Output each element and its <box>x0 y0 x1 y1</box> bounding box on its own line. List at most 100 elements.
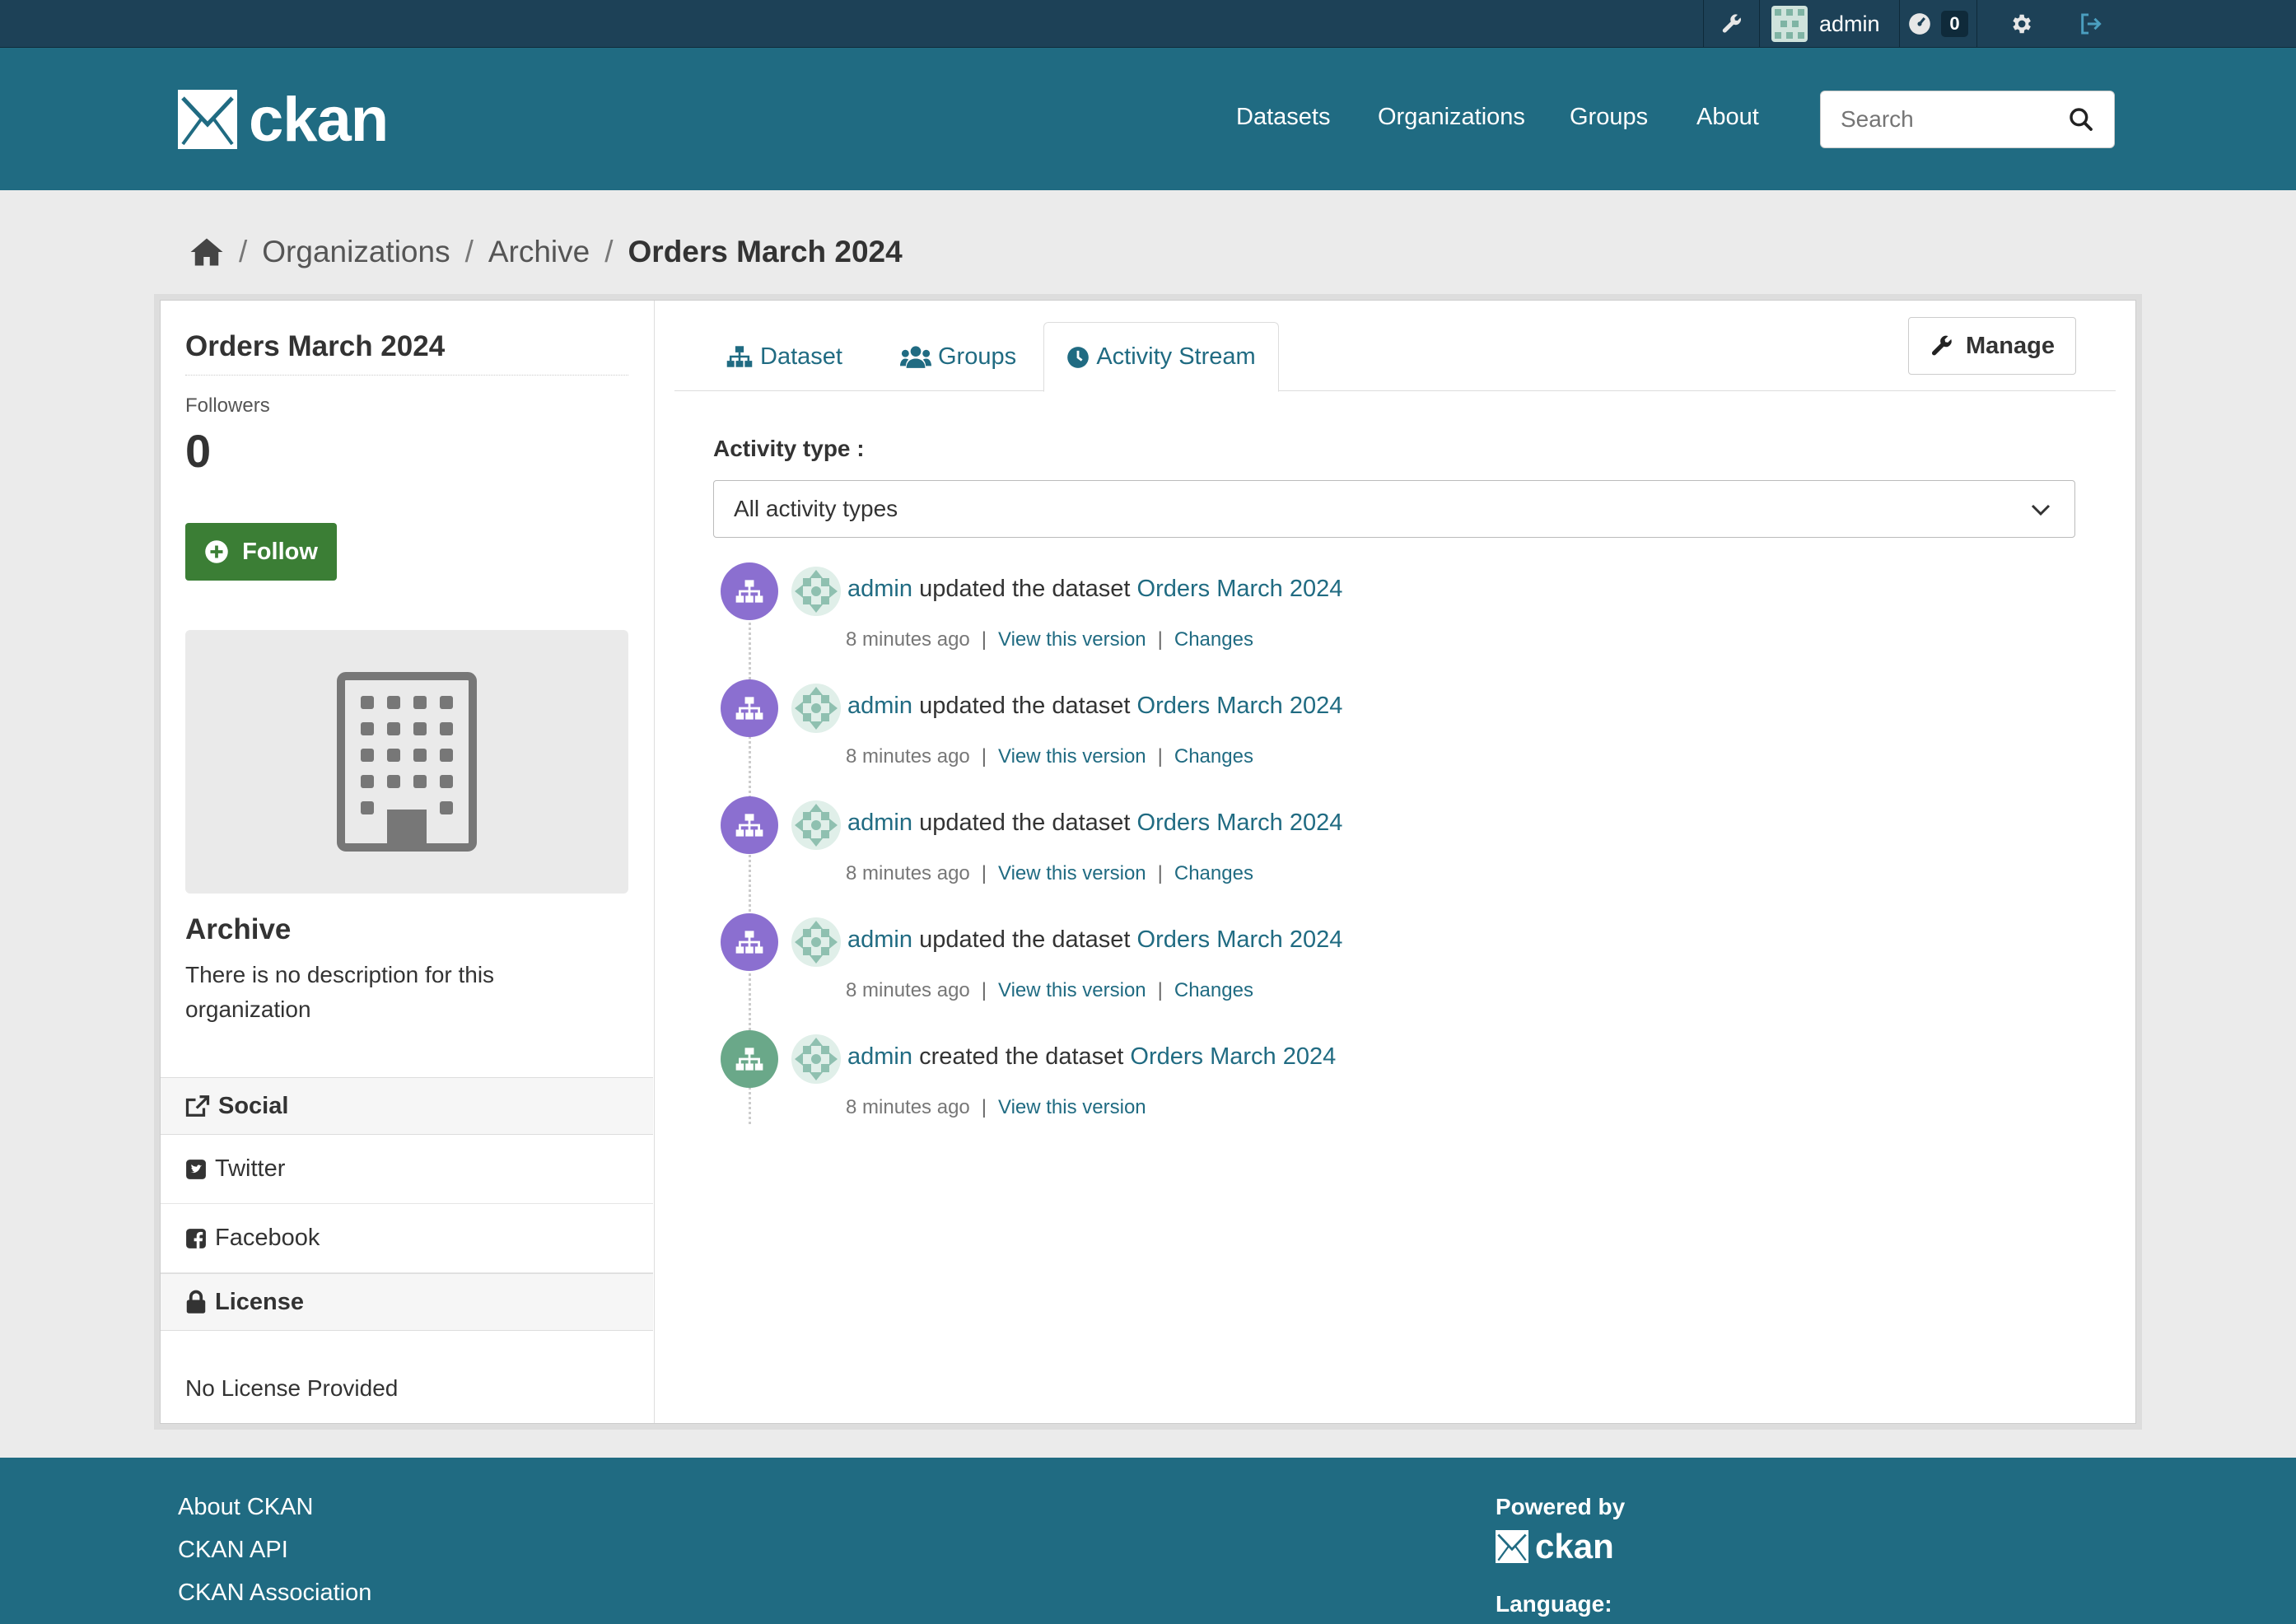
tab-groups[interactable]: Groups <box>900 322 1016 391</box>
sitemap-icon <box>735 814 763 837</box>
building-icon <box>337 672 477 852</box>
follow-label: Follow <box>242 538 318 565</box>
logout-link[interactable] <box>2064 0 2121 48</box>
activity-time: 8 minutes ago <box>846 745 970 768</box>
view-version-link[interactable]: View this version <box>998 745 1146 768</box>
changes-link[interactable]: Changes <box>1174 628 1253 651</box>
activity-type-select[interactable]: All activity types <box>713 480 2075 538</box>
activity-action: updated the dataset <box>919 810 1131 836</box>
activity-meta: 8 minutes ago | View this version | Changes <box>846 628 1253 651</box>
sidebar: Orders March 2024 Followers 0 Follow Arc… <box>161 301 655 1423</box>
activity-type-label: Activity type : <box>713 436 865 461</box>
search-input[interactable] <box>1841 91 2055 147</box>
language-label: Language: <box>1496 1591 1612 1617</box>
org-image[interactable] <box>185 630 628 894</box>
activity-actor-link[interactable]: admin <box>847 1043 912 1070</box>
wrench-icon <box>1722 14 1741 33</box>
social-heading: Social <box>161 1077 653 1135</box>
avatar[interactable] <box>791 800 841 850</box>
view-version-link[interactable]: View this version <box>998 862 1146 884</box>
activity-summary: admin updated the dataset Orders March 2… <box>847 926 1342 954</box>
sitemap-icon <box>735 1048 763 1071</box>
activity-summary: admin created the dataset Orders March 2… <box>847 1043 1336 1071</box>
view-version-link[interactable]: View this version <box>998 979 1146 1001</box>
footer-about-ckan[interactable]: About CKAN <box>178 1494 313 1521</box>
footer-ckan-association[interactable]: CKAN Association <box>178 1580 371 1607</box>
sitemap-icon <box>735 697 763 720</box>
username: admin <box>1819 11 1880 36</box>
activity-action: updated the dataset <box>919 926 1131 953</box>
dashboard-icon <box>1909 13 1931 35</box>
activity-target-link[interactable]: Orders March 2024 <box>1137 810 1343 836</box>
activity-target-link[interactable]: Orders March 2024 <box>1137 926 1343 953</box>
activity-time: 8 minutes ago <box>846 862 970 884</box>
social-twitter[interactable]: Twitter <box>161 1135 653 1204</box>
nav-about[interactable]: About <box>1696 104 1759 131</box>
followers-label: Followers <box>185 394 270 417</box>
nav-groups[interactable]: Groups <box>1570 104 1648 131</box>
avatar[interactable] <box>791 684 841 733</box>
view-version-link[interactable]: View this version <box>998 1096 1146 1118</box>
search-button[interactable] <box>2068 106 2094 137</box>
activity-time: 8 minutes ago <box>846 628 970 651</box>
share-icon <box>185 1095 210 1117</box>
avatar[interactable] <box>791 1034 841 1084</box>
ckan-logo-icon <box>178 90 237 149</box>
activity-action: updated the dataset <box>919 693 1131 719</box>
activity-summary: admin updated the dataset Orders March 2… <box>847 810 1342 837</box>
settings-link[interactable] <box>1976 0 2064 48</box>
avatar[interactable] <box>791 917 841 967</box>
activity-actor-link[interactable]: admin <box>847 926 912 953</box>
social-facebook[interactable]: Facebook <box>161 1204 653 1273</box>
view-version-link[interactable]: View this version <box>998 628 1146 651</box>
breadcrumb-separator: / <box>604 235 614 268</box>
follow-button[interactable]: Follow <box>185 523 337 581</box>
followers-count: 0 <box>185 425 212 477</box>
org-name: Archive <box>185 913 292 945</box>
user-link[interactable]: admin <box>1759 0 1899 48</box>
license-text: No License Provided <box>185 1375 399 1401</box>
logout-icon <box>2081 13 2102 35</box>
activity-dataset-icon <box>721 796 778 854</box>
logo-text: ckan <box>249 84 389 155</box>
activity-target-link[interactable]: Orders March 2024 <box>1137 693 1343 719</box>
home-icon <box>190 238 223 266</box>
activity-target-link[interactable]: Orders March 2024 <box>1130 1043 1336 1070</box>
changes-link[interactable]: Changes <box>1174 979 1253 1001</box>
breadcrumb-current[interactable]: Orders March 2024 <box>628 235 903 269</box>
activity-actor-link[interactable]: admin <box>847 810 912 836</box>
changes-link[interactable]: Changes <box>1174 862 1253 884</box>
home-link[interactable] <box>189 236 224 268</box>
activity-actor-link[interactable]: admin <box>847 576 912 602</box>
activity-action: updated the dataset <box>919 576 1131 602</box>
footer-ckan-api[interactable]: CKAN API <box>178 1537 288 1564</box>
manage-button[interactable]: Manage <box>1908 317 2076 375</box>
tab-activity-stream[interactable]: Activity Stream <box>1043 322 1279 392</box>
activity-dataset-icon <box>721 679 778 737</box>
changes-link[interactable]: Changes <box>1174 745 1253 768</box>
activity-meta: 8 minutes ago | View this version | Changes <box>846 979 1253 1001</box>
activity-actor-link[interactable]: admin <box>847 693 912 719</box>
sysadmin-link[interactable] <box>1703 0 1759 48</box>
nav-datasets[interactable]: Datasets <box>1236 104 1330 131</box>
footer-ckan-logo[interactable]: ckan <box>1496 1527 1614 1566</box>
breadcrumb-organizations[interactable]: Organizations <box>262 235 450 269</box>
activity-target-link[interactable]: Orders March 2024 <box>1137 576 1343 602</box>
main-content: Orders March 2024 Followers 0 Follow Arc… <box>160 300 2136 1424</box>
activity-dataset-icon <box>721 1030 778 1088</box>
site-logo[interactable]: ckan <box>178 85 389 155</box>
avatar[interactable] <box>791 567 841 616</box>
clock-icon <box>1067 346 1090 368</box>
breadcrumb-separator: / <box>239 235 248 268</box>
footer: About CKAN CKAN API CKAN Association Pow… <box>0 1458 2296 1624</box>
notification-badge: 0 <box>1941 11 1968 37</box>
breadcrumb-archive[interactable]: Archive <box>488 235 590 269</box>
dashboard-link[interactable]: 0 <box>1899 0 1976 48</box>
activity-dataset-icon <box>721 562 778 620</box>
sitemap-icon <box>735 580 763 603</box>
tab-dataset[interactable]: Dataset <box>726 322 842 391</box>
powered-by-label: Powered by <box>1496 1494 1626 1519</box>
nav-organizations[interactable]: Organizations <box>1378 104 1525 131</box>
activity-time: 8 minutes ago <box>846 1096 970 1118</box>
activity-summary: admin updated the dataset Orders March 2… <box>847 693 1342 720</box>
